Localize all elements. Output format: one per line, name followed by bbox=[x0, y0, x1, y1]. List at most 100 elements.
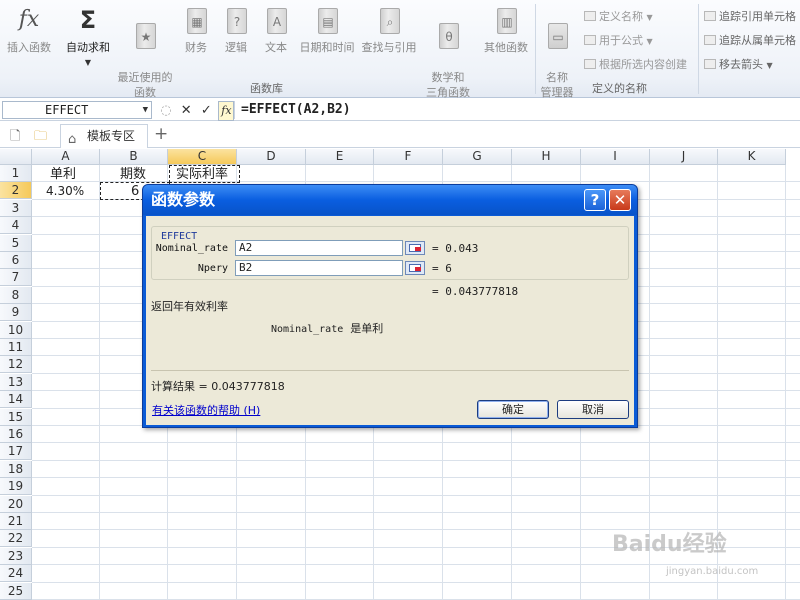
remove-arrows-button[interactable]: 移去箭头 ▼ bbox=[704, 56, 773, 72]
row-header-12[interactable]: 12 bbox=[0, 356, 32, 374]
column-header-a[interactable]: A bbox=[32, 149, 100, 165]
formula-input[interactable]: =EFFECT(A2,B2) bbox=[234, 101, 798, 119]
row-header-9[interactable]: 9 bbox=[0, 304, 32, 322]
chevron-down-icon[interactable]: ▼ bbox=[143, 102, 148, 118]
grid-line bbox=[32, 477, 800, 479]
column-header-g[interactable]: G bbox=[443, 149, 512, 165]
define-name-button[interactable]: 定义名称 ▼ bbox=[584, 8, 653, 24]
function-help-link[interactable]: 有关该函数的帮助 (H) bbox=[152, 402, 260, 418]
math-trig-button[interactable]: θ 数学和 三角函数 bbox=[420, 4, 476, 100]
name-manager-button[interactable]: ▭ 名称 管理器 bbox=[538, 4, 576, 100]
row-header-3[interactable]: 3 bbox=[0, 199, 32, 217]
row-header-5[interactable]: 5 bbox=[0, 234, 32, 252]
enter-icon[interactable]: ✓ bbox=[198, 102, 214, 120]
ok-button[interactable]: 确定 bbox=[477, 400, 549, 419]
book-text-icon: A bbox=[261, 4, 291, 38]
fx-icon[interactable]: fx bbox=[218, 101, 235, 121]
name-box[interactable]: EFFECT ▼ bbox=[2, 101, 152, 119]
insert-function-label: 插入函数 bbox=[7, 41, 51, 54]
text-button[interactable]: A 文本 bbox=[258, 4, 294, 55]
date-time-button[interactable]: ▤ 日期和时间 bbox=[296, 4, 358, 55]
row-header-22[interactable]: 22 bbox=[0, 530, 32, 548]
row-header-24[interactable]: 24 bbox=[0, 565, 32, 583]
dialog-title[interactable]: 函数参数 bbox=[143, 185, 637, 215]
circle-icon: ◌ bbox=[160, 103, 172, 118]
row-header-23[interactable]: 23 bbox=[0, 547, 32, 565]
logical-button[interactable]: ? 逻辑 bbox=[218, 4, 254, 55]
grid-line bbox=[32, 459, 800, 461]
dialog-divider bbox=[151, 370, 629, 371]
add-tab-icon[interactable]: + bbox=[154, 124, 168, 144]
row-header-7[interactable]: 7 bbox=[0, 269, 32, 287]
use-in-formula-button[interactable]: 用于公式 ▼ bbox=[584, 32, 653, 48]
npery-result: = 6 bbox=[432, 262, 452, 275]
ribbon-divider bbox=[535, 4, 536, 94]
new-file-icon[interactable]: 🗋 bbox=[10, 127, 20, 149]
row-header-11[interactable]: 11 bbox=[0, 339, 32, 356]
column-header-e[interactable]: E bbox=[306, 149, 374, 165]
row-header-4[interactable]: 4 bbox=[0, 217, 32, 235]
calculation-result: 计算结果 = 0.043777818 bbox=[151, 378, 285, 394]
collapse-dialog-icon[interactable] bbox=[405, 261, 425, 275]
collapse-dialog-icon[interactable] bbox=[405, 241, 425, 255]
define-name-icon bbox=[584, 11, 596, 21]
insert-function-button[interactable]: fx 插入函数 bbox=[2, 4, 56, 55]
row-header-21[interactable]: 21 bbox=[0, 513, 32, 530]
row-header-20[interactable]: 20 bbox=[0, 495, 32, 513]
column-header-k[interactable]: K bbox=[718, 149, 786, 165]
cancel-button[interactable]: 取消 bbox=[557, 400, 629, 419]
row-header-25[interactable]: 25 bbox=[0, 582, 32, 600]
nominal-rate-input[interactable]: A2 bbox=[235, 240, 403, 256]
cell-a1[interactable]: 单利 bbox=[50, 166, 76, 183]
column-header-f[interactable]: F bbox=[374, 149, 443, 165]
help-button[interactable]: ? bbox=[584, 189, 606, 211]
lookup-reference-button[interactable]: ⌕ 查找与引用 bbox=[358, 4, 420, 55]
recent-functions-button[interactable]: ★ 最近使用的 函数 bbox=[114, 4, 176, 100]
column-header-h[interactable]: H bbox=[512, 149, 581, 165]
book-logic-icon: ? bbox=[221, 4, 251, 38]
remove-arrows-icon bbox=[704, 59, 716, 69]
argument-description: Nominal_rate 是单利 bbox=[271, 320, 383, 336]
function-arguments-dialog: 函数参数 ? ✕ EFFECT Nominal_rate A2 = 0.043 … bbox=[142, 184, 638, 428]
financial-label: 财务 bbox=[185, 41, 207, 54]
create-from-selection-button[interactable]: 根据所选内容创建 bbox=[584, 56, 687, 72]
row-header-16[interactable]: 16 bbox=[0, 426, 32, 443]
cell-b1[interactable]: 期数 bbox=[120, 166, 146, 183]
row-header-19[interactable]: 19 bbox=[0, 478, 32, 496]
column-header-d[interactable]: D bbox=[237, 149, 306, 165]
row-header-14[interactable]: 14 bbox=[0, 391, 32, 409]
book-lookup-icon: ⌕ bbox=[374, 4, 404, 38]
row-header-8[interactable]: 8 bbox=[0, 286, 32, 304]
cancel-icon[interactable]: ✕ bbox=[178, 102, 194, 120]
more-functions-button[interactable]: ▥ 其他函数 bbox=[478, 4, 534, 55]
select-all-corner[interactable] bbox=[0, 149, 32, 165]
column-header-j[interactable]: J bbox=[650, 149, 718, 165]
folder-icon[interactable]: 🗀 bbox=[34, 127, 47, 149]
financial-button[interactable]: ▦ 财务 bbox=[178, 4, 214, 55]
nominal-rate-result: = 0.043 bbox=[432, 242, 479, 255]
trace-dependents-icon bbox=[704, 35, 716, 45]
trace-dependents-button[interactable]: 追踪从属单元格 bbox=[704, 32, 796, 48]
trace-precedents-button[interactable]: 追踪引用单元格 bbox=[704, 8, 796, 24]
column-header-i[interactable]: I bbox=[581, 149, 650, 165]
row-header-13[interactable]: 13 bbox=[0, 373, 32, 391]
row-header-6[interactable]: 6 bbox=[0, 252, 32, 269]
row-header-17[interactable]: 17 bbox=[0, 443, 32, 461]
column-header-b[interactable]: B bbox=[100, 149, 168, 165]
npery-input[interactable]: B2 bbox=[235, 260, 403, 276]
trace-precedents-label: 追踪引用单元格 bbox=[719, 10, 796, 23]
ribbon: fx 插入函数 Σ 自动求和 ▼ ★ 最近使用的 函数 ▦ 财务 ? 逻辑 A … bbox=[0, 0, 800, 100]
cell-a2[interactable]: 4.30% bbox=[46, 183, 84, 200]
row-header-10[interactable]: 10 bbox=[0, 321, 32, 339]
column-header-c[interactable]: C bbox=[168, 149, 237, 165]
tab-template-zone[interactable]: ⌂ 模板专区 bbox=[60, 124, 148, 148]
row-header-2[interactable]: 2 bbox=[0, 182, 32, 200]
grid-line bbox=[99, 165, 100, 600]
row-header-18[interactable]: 18 bbox=[0, 460, 32, 478]
row-header-15[interactable]: 15 bbox=[0, 408, 32, 426]
formula-result-inline: = 0.043777818 bbox=[432, 285, 519, 298]
row-header-1[interactable]: 1 bbox=[0, 165, 32, 182]
autosum-button[interactable]: Σ 自动求和 ▼ bbox=[60, 4, 116, 70]
close-button[interactable]: ✕ bbox=[609, 189, 631, 211]
recent-functions-label: 最近使用的 函数 bbox=[117, 71, 173, 99]
